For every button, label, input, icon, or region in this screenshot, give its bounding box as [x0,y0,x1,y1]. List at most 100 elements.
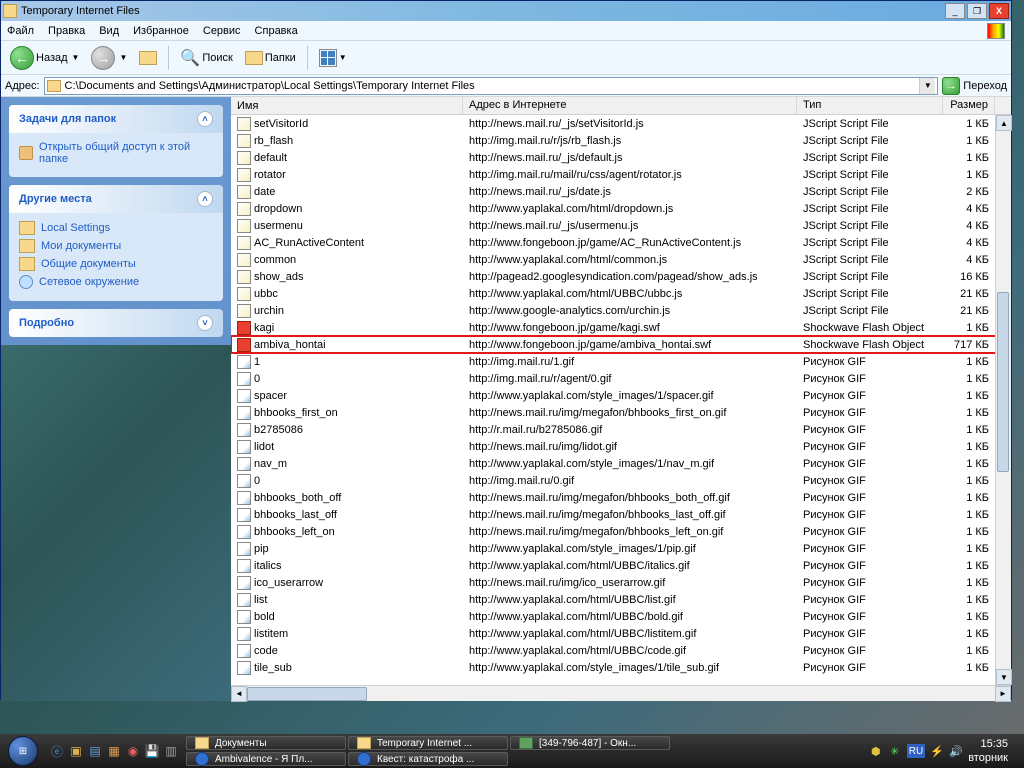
places-header[interactable]: Другие места ˄ [9,185,223,213]
tray-lang[interactable]: RU [907,744,925,758]
file-row[interactable]: italicshttp://www.yaplakal.com/html/UBBC… [231,557,1011,574]
taskbar-button[interactable]: Документы [186,736,346,750]
titlebar[interactable]: Temporary Internet Files _ ❐ X [1,1,1011,21]
folders-button[interactable]: Папки [242,48,299,68]
file-row[interactable]: boldhttp://www.yaplakal.com/html/UBBC/bo… [231,608,1011,625]
scroll-thumb[interactable] [247,687,367,701]
scroll-up-icon[interactable]: ▲ [996,115,1012,131]
ql-desktop-icon[interactable]: ▣ [67,739,85,763]
file-row[interactable]: dropdownhttp://www.yaplakal.com/html/dro… [231,200,1011,217]
file-row[interactable]: 0http://img.mail.ru/r/agent/0.gifРисунок… [231,370,1011,387]
file-row[interactable]: bhbooks_both_offhttp://news.mail.ru/img/… [231,489,1011,506]
vertical-scrollbar[interactable]: ▲ ▼ [995,115,1011,685]
file-icon [237,542,251,556]
go-button[interactable]: → Переход [942,77,1007,95]
file-row[interactable]: bhbooks_first_onhttp://news.mail.ru/img/… [231,404,1011,421]
file-row[interactable]: spacerhttp://www.yaplakal.com/style_imag… [231,387,1011,404]
clock[interactable]: 15:35 вторник [968,737,1012,765]
windows-flag-icon[interactable] [987,23,1005,39]
search-button[interactable]: 🔍 Поиск [177,45,235,71]
file-size: 1 КБ [943,322,995,334]
menu-tools[interactable]: Сервис [203,25,241,37]
place-network[interactable]: Сетевое окружение [19,273,213,291]
taskbar-button[interactable]: Ambivalence - Я Пл... [186,752,346,766]
ql-save-icon[interactable]: 💾 [143,739,161,763]
menu-file[interactable]: Файл [7,25,34,37]
file-row[interactable]: b2785086http://r.mail.ru/b2785086.gifРис… [231,421,1011,438]
col-type[interactable]: Тип [797,97,943,114]
file-row[interactable]: defaulthttp://news.mail.ru/_js/default.j… [231,149,1011,166]
scroll-right-icon[interactable]: ► [995,686,1011,702]
file-row[interactable]: datehttp://news.mail.ru/_js/date.jsJScri… [231,183,1011,200]
up-button[interactable] [136,48,160,68]
scroll-left-icon[interactable]: ◄ [231,686,247,702]
address-input[interactable]: C:\Documents and Settings\Администратор\… [44,77,939,95]
horizontal-scrollbar[interactable]: ◄ ► [231,685,1011,701]
place-my-documents[interactable]: Мои документы [19,237,213,255]
scroll-down-icon[interactable]: ▼ [996,669,1012,685]
place-shared-documents[interactable]: Общие документы [19,255,213,273]
file-row[interactable]: lidothttp://news.mail.ru/img/lidot.gifРи… [231,438,1011,455]
file-row[interactable]: kagihttp://www.fongeboon.jp/game/kagi.sw… [231,319,1011,336]
file-row[interactable]: rb_flashhttp://img.mail.ru/r/js/rb_flash… [231,132,1011,149]
file-row[interactable]: ambiva_hontaihttp://www.fongeboon.jp/gam… [231,336,1011,353]
taskbar-button[interactable]: [349-796-487] - Окн... [510,736,670,750]
file-row[interactable]: AC_RunActiveContenthttp://www.fongeboon.… [231,234,1011,251]
file-row[interactable]: tile_subhttp://www.yaplakal.com/style_im… [231,659,1011,676]
col-name[interactable]: Имя [231,97,463,114]
col-size[interactable]: Размер [943,97,995,114]
menu-edit[interactable]: Правка [48,25,85,37]
file-row[interactable]: bhbooks_last_offhttp://news.mail.ru/img/… [231,506,1011,523]
scroll-thumb[interactable] [997,292,1009,472]
list-body[interactable]: setVisitorIdhttp://news.mail.ru/_js/setV… [231,115,1011,685]
share-folder-link[interactable]: Открыть общий доступ к этой папке [19,139,213,167]
tray-volume-icon[interactable]: 🔊 [949,744,963,758]
file-row[interactable]: 1http://img.mail.ru/1.gifРисунок GIF1 КБ [231,353,1011,370]
ql-show-desktop-icon[interactable]: ▦ [105,739,123,763]
ql-doc-icon[interactable]: ▤ [86,739,104,763]
file-row[interactable]: usermenuhttp://news.mail.ru/_js/usermenu… [231,217,1011,234]
tray-shield-icon[interactable]: ⬢ [869,744,883,758]
close-button[interactable]: X [989,3,1009,19]
file-row[interactable]: 0http://img.mail.ru/0.gifРисунок GIF1 КБ [231,472,1011,489]
col-url[interactable]: Адрес в Интернете [463,97,797,114]
start-button[interactable]: ⊞ [4,734,42,768]
forward-button[interactable]: → ▼ [88,43,130,73]
taskbar-button[interactable]: Temporary Internet ... [348,736,508,750]
file-url: http://news.mail.ru/_js/default.js [463,152,797,164]
file-row[interactable]: rotatorhttp://img.mail.ru/mail/ru/css/ag… [231,166,1011,183]
views-button[interactable]: ▼ [316,46,350,70]
file-row[interactable]: ico_userarrowhttp://news.mail.ru/img/ico… [231,574,1011,591]
file-row[interactable]: commonhttp://www.yaplakal.com/html/commo… [231,251,1011,268]
ql-media-icon[interactable]: ◉ [124,739,142,763]
back-button[interactable]: ← Назад ▼ [7,43,82,73]
file-row[interactable]: setVisitorIdhttp://news.mail.ru/_js/setV… [231,115,1011,132]
folders-icon [245,51,263,65]
ql-ie-icon[interactable]: ⓔ [48,739,66,763]
menu-favorites[interactable]: Избранное [133,25,189,37]
details-header[interactable]: Подробно ˅ [9,309,223,337]
file-row[interactable]: ubbchttp://www.yaplakal.com/html/UBBC/ub… [231,285,1011,302]
file-row[interactable]: listhttp://www.yaplakal.com/html/UBBC/li… [231,591,1011,608]
chevron-down-icon[interactable]: ▼ [919,78,935,94]
file-type: JScript Script File [797,220,943,232]
file-row[interactable]: listitemhttp://www.yaplakal.com/html/UBB… [231,625,1011,642]
tray-bug-icon[interactable]: ✳ [888,744,902,758]
maximize-button[interactable]: ❐ [967,3,987,19]
tray-network-icon[interactable]: ⚡ [930,744,944,758]
menu-help[interactable]: Справка [255,25,298,37]
taskbar-button[interactable]: Квест: катастрофа ... [348,752,508,766]
file-row[interactable]: bhbooks_left_onhttp://news.mail.ru/img/m… [231,523,1011,540]
tasks-header[interactable]: Задачи для папок ˄ [9,105,223,133]
file-row[interactable]: urchinhttp://www.google-analytics.com/ur… [231,302,1011,319]
file-type: Рисунок GIF [797,577,943,589]
minimize-button[interactable]: _ [945,3,965,19]
menu-view[interactable]: Вид [99,25,119,37]
file-row[interactable]: nav_mhttp://www.yaplakal.com/style_image… [231,455,1011,472]
file-name: 0 [254,475,260,487]
file-row[interactable]: piphttp://www.yaplakal.com/style_images/… [231,540,1011,557]
ql-app-icon[interactable]: ▥ [162,739,180,763]
file-row[interactable]: show_adshttp://pagead2.googlesyndication… [231,268,1011,285]
file-row[interactable]: codehttp://www.yaplakal.com/html/UBBC/co… [231,642,1011,659]
place-local-settings[interactable]: Local Settings [19,219,213,237]
